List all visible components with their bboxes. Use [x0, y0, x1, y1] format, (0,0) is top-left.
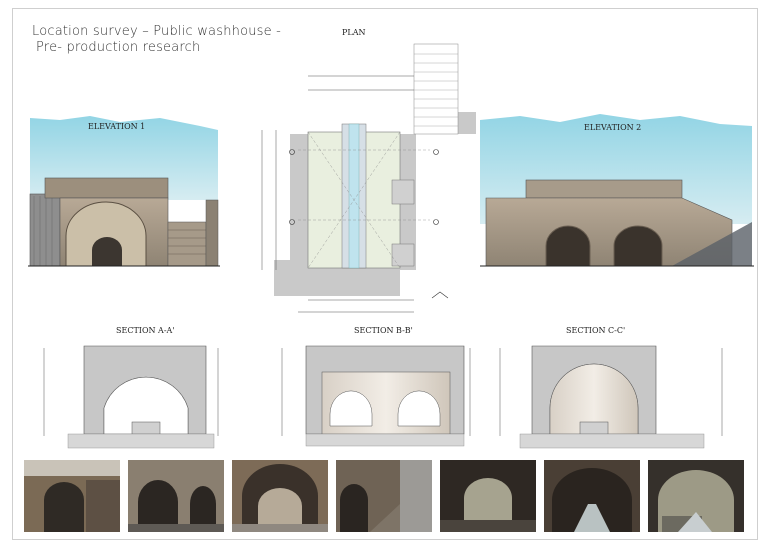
elevation-2-drawing	[480, 114, 754, 267]
photo-arch-and-stairs	[336, 460, 432, 532]
photo-wash-trough	[544, 460, 640, 532]
plan-label: PLAN	[342, 28, 366, 37]
section-cc-drawing	[499, 345, 723, 449]
elevation-1-drawing	[28, 116, 220, 267]
photo-arched-opening	[648, 460, 744, 532]
elevation-1-label: ELEVATION 1	[88, 122, 146, 131]
photo-exterior-arch	[24, 460, 120, 532]
photo-double-arch	[128, 460, 224, 532]
elevation-2-label: ELEVATION 2	[584, 123, 642, 132]
section-aa-drawing	[43, 345, 219, 449]
photo-inside-looking-out	[440, 460, 536, 532]
section-bb-drawing	[281, 345, 471, 447]
photo-interior-vault	[232, 460, 328, 532]
plan-drawing	[261, 43, 476, 313]
section-cc-label: SECTION C-C'	[566, 326, 626, 335]
section-aa-label: SECTION A-A'	[116, 326, 175, 335]
section-bb-label: SECTION B-B'	[354, 326, 413, 335]
